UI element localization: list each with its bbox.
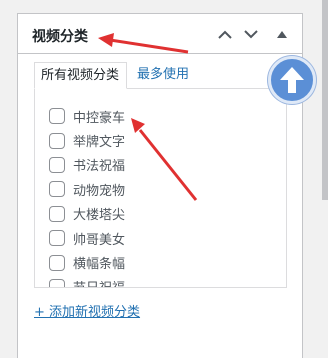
- category-label: 书法祝福: [73, 159, 126, 175]
- chevron-up-icon: [218, 30, 232, 39]
- category-label: 节日祝福: [73, 277, 125, 287]
- category-item[interactable]: 举牌文字: [49, 128, 125, 152]
- category-label: 大楼塔尖: [73, 208, 126, 224]
- category-checkbox[interactable]: [49, 230, 65, 247]
- category-list: 中控豪车举牌文字书法祝福动物宠物大楼塔尖帅哥美女横幅条幅节日祝福: [49, 104, 125, 287]
- category-item[interactable]: 中控豪车: [49, 104, 125, 128]
- category-item[interactable]: 书法祝福: [49, 153, 125, 177]
- category-label: 中控豪车: [73, 110, 126, 126]
- category-item[interactable]: 帅哥美女: [49, 226, 125, 250]
- triangle-up-icon: [277, 30, 287, 38]
- category-checkbox[interactable]: [49, 181, 65, 198]
- move-down-button[interactable]: [240, 23, 262, 45]
- category-checkbox[interactable]: [49, 278, 65, 287]
- category-panel: 视频分类 所有视频分类 最多使用 中控豪车举牌文字书法祝福动物宠物大楼塔尖帅哥美…: [17, 13, 316, 358]
- category-label: 动物宠物: [73, 183, 126, 199]
- move-up-button[interactable]: [214, 23, 236, 45]
- category-label: 横幅条幅: [73, 257, 126, 273]
- category-checkbox[interactable]: [49, 108, 65, 125]
- panel-header: 视频分类: [18, 14, 302, 54]
- list-scrollbar[interactable]: [286, 89, 287, 287]
- category-checkbox[interactable]: [49, 205, 65, 222]
- category-checklist: 中控豪车举牌文字书法祝福动物宠物大楼塔尖帅哥美女横幅条幅节日祝福: [34, 88, 287, 288]
- category-label: 帅哥美女: [73, 232, 126, 248]
- category-item[interactable]: 横幅条幅: [49, 250, 125, 274]
- toggle-panel-button[interactable]: [271, 23, 293, 45]
- tab-all-categories[interactable]: 所有视频分类: [34, 62, 127, 89]
- tab-most-used[interactable]: 最多使用: [131, 62, 195, 89]
- category-item[interactable]: 节日祝福: [49, 275, 125, 287]
- chevron-down-icon: [244, 29, 258, 38]
- scroll-to-top-button[interactable]: [268, 56, 316, 104]
- category-checkbox[interactable]: [49, 254, 65, 271]
- add-category-link[interactable]: + 添加新视频分类: [34, 301, 140, 320]
- panel-title: 视频分类: [32, 29, 88, 45]
- category-checkbox[interactable]: [49, 156, 65, 173]
- arrow-up-icon: [280, 67, 304, 93]
- category-label: 举牌文字: [73, 135, 126, 151]
- category-item[interactable]: 动物宠物: [49, 177, 125, 201]
- page-scrollbar[interactable]: [322, 0, 328, 200]
- category-checkbox[interactable]: [49, 132, 65, 149]
- category-item[interactable]: 大楼塔尖: [49, 202, 125, 226]
- category-tabs: 所有视频分类 最多使用: [34, 62, 287, 89]
